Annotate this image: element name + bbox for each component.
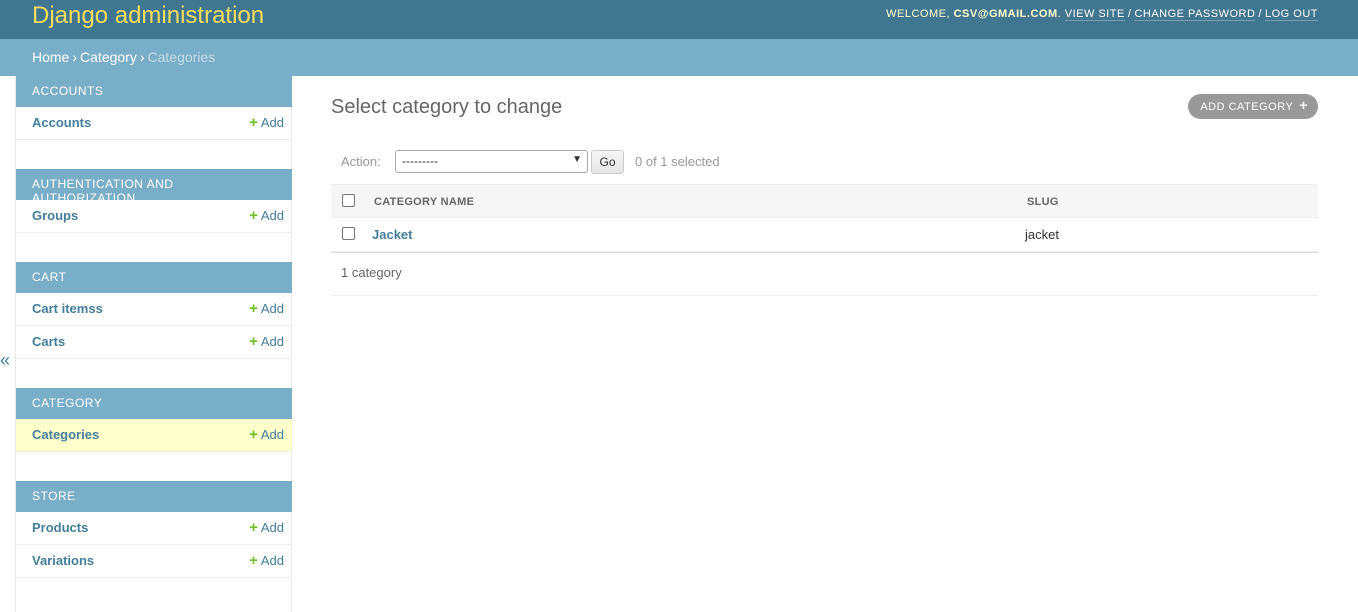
row-checkbox[interactable]: [342, 227, 355, 240]
breadcrumb: Home › Category › Categories: [0, 39, 1358, 76]
site-branding[interactable]: Django administration: [32, 2, 264, 30]
module-accounts: ACCOUNTS Accounts + Add: [16, 76, 292, 140]
add-categories-link[interactable]: + Add: [249, 427, 284, 442]
welcome-text: WELCOME,: [886, 8, 954, 20]
change-password-link[interactable]: CHANGE PASSWORD: [1134, 8, 1256, 21]
model-row-variations: Variations + Add: [16, 545, 292, 578]
page-title: Select category to change: [331, 96, 563, 118]
add-plus-icon: +: [249, 300, 258, 317]
header: Django administration WELCOME, CSV@GMAIL…: [0, 0, 1358, 39]
add-carts-link[interactable]: + Add: [249, 334, 284, 349]
module-cart: CART Cart itemss + Add Carts + Add: [16, 262, 292, 359]
plus-icon: +: [1299, 97, 1308, 113]
module-auth: AUTHENTICATION AND AUTHORIZATION Groups …: [16, 169, 292, 233]
model-row-accounts: Accounts + Add: [16, 107, 292, 140]
view-site-link[interactable]: VIEW SITE: [1064, 8, 1125, 21]
breadcrumb-home[interactable]: Home: [32, 49, 69, 65]
selection-count: 0 of 1 selected: [635, 154, 720, 169]
add-accounts-link[interactable]: + Add: [249, 115, 284, 130]
module-caption[interactable]: ACCOUNTS: [16, 76, 292, 107]
actions-bar: Action: --------- ▼ Go 0 of 1 selected: [331, 149, 1318, 177]
table-header: CATEGORY NAME SLUG: [331, 184, 1318, 218]
category-name-link[interactable]: Jacket: [372, 227, 412, 242]
log-out-link[interactable]: LOG OUT: [1264, 8, 1318, 21]
module-store: STORE Products + Add Variations + Add: [16, 481, 292, 578]
module-caption[interactable]: AUTHENTICATION AND AUTHORIZATION: [16, 169, 292, 205]
add-plus-icon: +: [249, 426, 258, 443]
module-caption[interactable]: CATEGORY: [16, 388, 292, 419]
module-caption[interactable]: STORE: [16, 481, 292, 512]
action-select-value: ---------: [402, 154, 438, 168]
table-row: Jacket jacket: [331, 218, 1318, 252]
add-plus-icon: +: [249, 333, 258, 350]
add-category-button[interactable]: ADD CATEGORY +: [1188, 94, 1318, 119]
add-plus-icon: +: [249, 207, 258, 224]
action-select[interactable]: --------- ▼: [395, 150, 588, 173]
chevron-down-icon: ▼: [572, 154, 582, 165]
results-table: CATEGORY NAME SLUG Jacket jacket: [331, 184, 1318, 253]
paginator: 1 category: [331, 252, 1318, 296]
add-plus-icon: +: [249, 552, 258, 569]
model-row-carts: Carts + Add: [16, 326, 292, 359]
select-all-checkbox[interactable]: [342, 194, 355, 207]
user-name: CSV@GMAIL.COM: [953, 8, 1058, 20]
user-tools: WELCOME, CSV@GMAIL.COM. VIEW SITE / CHANGE…: [886, 8, 1318, 21]
add-cart-itemss-link[interactable]: + Add: [249, 301, 284, 316]
model-link-cart-itemss[interactable]: Cart itemss: [32, 301, 103, 316]
site-title-link[interactable]: Django administration: [32, 2, 264, 29]
model-link-products[interactable]: Products: [32, 520, 88, 535]
add-plus-icon: +: [249, 519, 258, 536]
go-button[interactable]: Go: [591, 150, 624, 174]
action-label: Action:: [341, 154, 381, 169]
model-link-carts[interactable]: Carts: [32, 334, 65, 349]
slug-cell: jacket: [1025, 227, 1059, 242]
toggle-sidebar-button[interactable]: «: [0, 350, 10, 370]
add-plus-icon: +: [249, 114, 258, 131]
model-link-groups[interactable]: Groups: [32, 208, 78, 223]
model-link-accounts[interactable]: Accounts: [32, 115, 91, 130]
add-groups-link[interactable]: + Add: [249, 208, 284, 223]
model-row-products: Products + Add: [16, 512, 292, 545]
nav-sidebar: ACCOUNTS Accounts + Add AUTHENTICATION AN…: [15, 76, 292, 612]
model-row-cart-itemss: Cart itemss + Add: [16, 293, 292, 326]
model-link-categories[interactable]: Categories: [32, 427, 99, 442]
model-link-variations[interactable]: Variations: [32, 553, 94, 568]
add-products-link[interactable]: + Add: [249, 520, 284, 535]
column-header-slug[interactable]: SLUG: [1027, 196, 1059, 208]
module-category: CATEGORY Categories + Add: [16, 388, 292, 452]
model-row-groups: Groups + Add: [16, 200, 292, 233]
breadcrumb-current: Categories: [147, 49, 216, 65]
model-row-categories: Categories + Add: [16, 419, 292, 452]
column-header-category-name[interactable]: CATEGORY NAME: [374, 196, 474, 208]
module-caption[interactable]: CART: [16, 262, 292, 293]
breadcrumb-app[interactable]: Category: [80, 49, 137, 65]
add-variations-link[interactable]: + Add: [249, 553, 284, 568]
